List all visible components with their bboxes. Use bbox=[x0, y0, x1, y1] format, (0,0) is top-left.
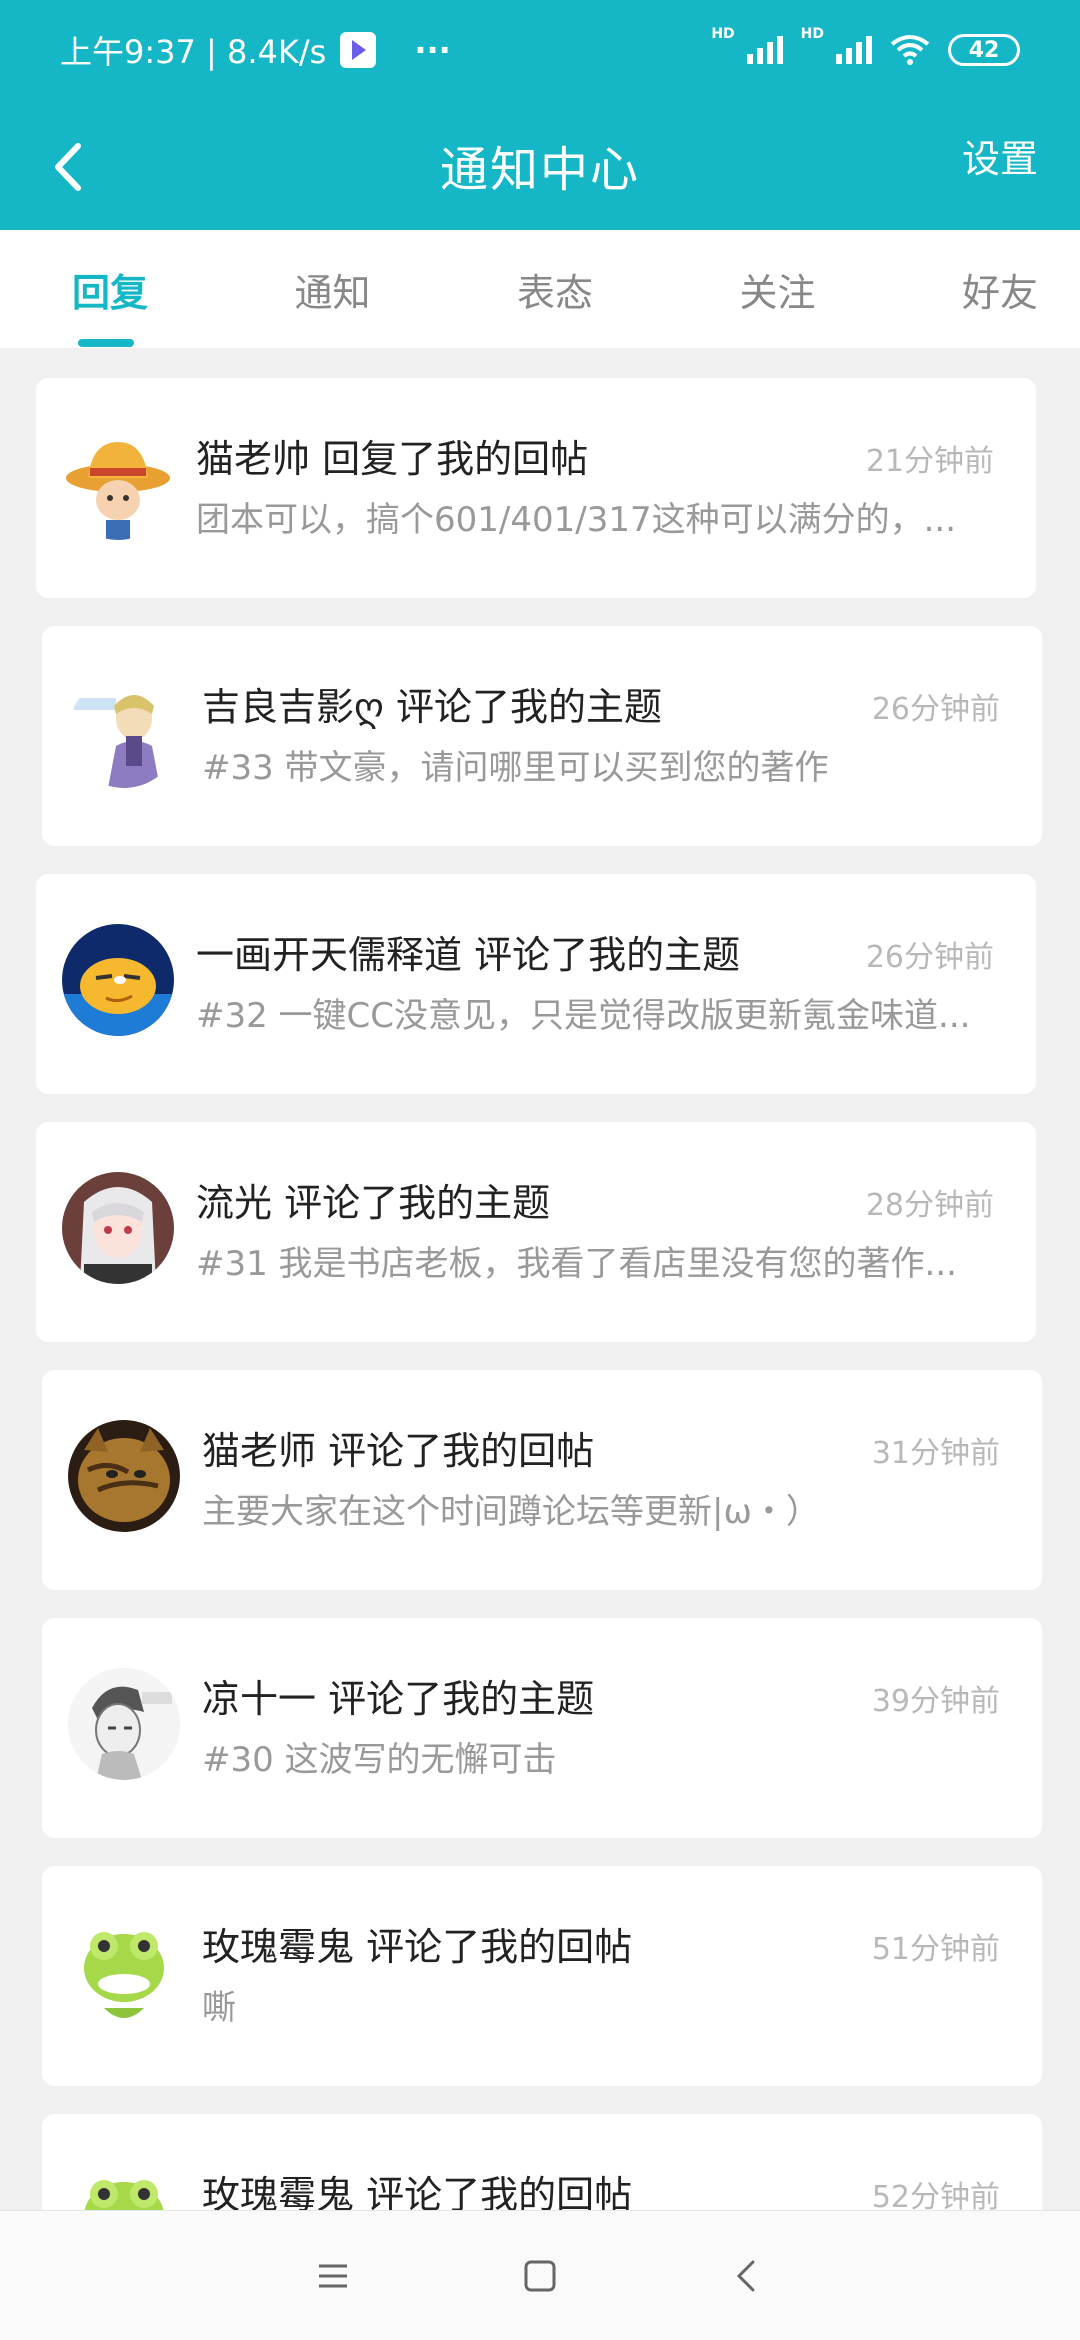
sketch-avatar[interactable] bbox=[68, 1668, 180, 1780]
title-bar: 通知中心 设置 bbox=[0, 100, 1080, 230]
system-nav-bar bbox=[0, 2210, 1080, 2340]
status-bar: 上午9:37 | 8.4K/s ··· HD HD 42 bbox=[0, 0, 1080, 100]
menu-button[interactable] bbox=[308, 2251, 358, 2301]
play-store-icon bbox=[340, 32, 377, 68]
notification-time: 26分钟前 bbox=[865, 940, 994, 975]
notification-card[interactable]: 吉良吉影ღ 评论了我的主题 26分钟前 #33 带文豪，请问哪里可以买到您的著作 bbox=[42, 626, 1042, 846]
settings-button[interactable]: 设置 bbox=[962, 128, 1038, 183]
tab-notice[interactable]: 通知 bbox=[293, 262, 373, 317]
anime-girl-avatar[interactable] bbox=[62, 1172, 174, 1284]
notification-title: 猫老师 评论了我的回帖 bbox=[202, 1429, 595, 1473]
notification-time: 51分钟前 bbox=[871, 1932, 1000, 1967]
back-button[interactable] bbox=[48, 142, 88, 191]
notification-preview: #31 我是书店老板，我看了看店里没有您的著作... bbox=[196, 1244, 957, 1284]
system-back-button[interactable] bbox=[722, 2251, 772, 2301]
notification-time: 21分钟前 bbox=[865, 444, 994, 479]
notification-title: 吉良吉影ღ 评论了我的主题 bbox=[202, 685, 662, 729]
notification-title: 凉十一 评论了我的主题 bbox=[202, 1677, 595, 1721]
notification-preview: #30 这波写的无懈可击 bbox=[202, 1740, 557, 1780]
notification-card[interactable]: 流光 评论了我的主题 28分钟前 #31 我是书店老板，我看了看店里没有您的著作… bbox=[36, 1122, 1036, 1342]
notification-time: 28分钟前 bbox=[865, 1188, 994, 1223]
cat-avatar[interactable] bbox=[68, 1420, 180, 1532]
notification-preview: #32 一键CC没意见，只是觉得改版更新氪金味道... bbox=[196, 996, 971, 1036]
notification-title: 猫老帅 回复了我的回帖 bbox=[196, 437, 589, 481]
signal-icon bbox=[746, 36, 783, 64]
notification-preview: #33 带文豪，请问哪里可以买到您的著作 bbox=[202, 748, 829, 788]
hd-label-2: HD bbox=[800, 26, 824, 42]
menu-icon bbox=[319, 2264, 348, 2287]
hd-label-1: HD bbox=[711, 26, 735, 42]
battery-level: 42 bbox=[968, 37, 1000, 63]
status-time-speed: 上午9:37 | 8.4K/s bbox=[60, 33, 327, 71]
smug-face-avatar[interactable] bbox=[62, 924, 174, 1036]
notification-card[interactable]: 玫瑰霉鬼 评论了我的回帖 51分钟前 嘶 bbox=[42, 1866, 1042, 2086]
home-button[interactable] bbox=[515, 2251, 565, 2301]
notification-card[interactable]: 猫老师 评论了我的回帖 31分钟前 主要大家在这个时间蹲论坛等更新|ω・） bbox=[42, 1370, 1042, 1590]
notification-card[interactable]: 凉十一 评论了我的主题 39分钟前 #30 这波写的无懈可击 bbox=[42, 1618, 1042, 1838]
wifi-icon bbox=[890, 35, 930, 65]
tab-friends[interactable]: 好友 bbox=[960, 262, 1040, 317]
anime-man-avatar[interactable] bbox=[68, 676, 180, 788]
more-status-icon: ··· bbox=[414, 31, 451, 69]
notification-card[interactable]: 猫老帅 回复了我的回帖 21分钟前 团本可以，搞个601/401/317这种可以… bbox=[36, 378, 1036, 598]
back-chevron-icon bbox=[736, 2260, 755, 2291]
back-arrow-icon bbox=[55, 143, 81, 191]
notification-preview: 主要大家在这个时间蹲论坛等更新|ω・） bbox=[202, 1492, 820, 1532]
notification-card[interactable]: 一画开天儒释道 评论了我的主题 26分钟前 #32 一键CC没意见，只是觉得改版… bbox=[36, 874, 1036, 1094]
notification-time: 31分钟前 bbox=[871, 1436, 1000, 1471]
tab-reply[interactable]: 回复 bbox=[70, 262, 150, 347]
signal-icon-2 bbox=[836, 36, 872, 64]
tab-reaction[interactable]: 表态 bbox=[515, 262, 595, 317]
tab-follow[interactable]: 关注 bbox=[738, 262, 818, 317]
straw-hat-avatar[interactable] bbox=[62, 428, 174, 540]
frog-avatar[interactable] bbox=[68, 1916, 180, 2028]
notification-time: 26分钟前 bbox=[871, 692, 1000, 727]
notification-preview: 团本可以，搞个601/401/317这种可以满分的，... bbox=[196, 500, 957, 540]
notification-title: 玫瑰霉鬼 评论了我的回帖 bbox=[202, 1925, 633, 1969]
battery-icon: 42 bbox=[948, 34, 1020, 66]
notification-time: 39分钟前 bbox=[871, 1684, 1000, 1719]
top-bar: 上午9:37 | 8.4K/s ··· HD HD 42 通知中心 设置 bbox=[0, 0, 1080, 230]
page-title: 通知中心 bbox=[439, 142, 640, 198]
tab-bar: 回复 通知 表态 关注 好友 bbox=[0, 230, 1080, 348]
home-square-icon bbox=[524, 2260, 556, 2291]
notification-title: 流光 评论了我的主题 bbox=[196, 1181, 551, 1225]
notification-title: 一画开天儒释道 评论了我的主题 bbox=[196, 933, 741, 977]
notification-preview: 嘶 bbox=[202, 1988, 236, 2028]
